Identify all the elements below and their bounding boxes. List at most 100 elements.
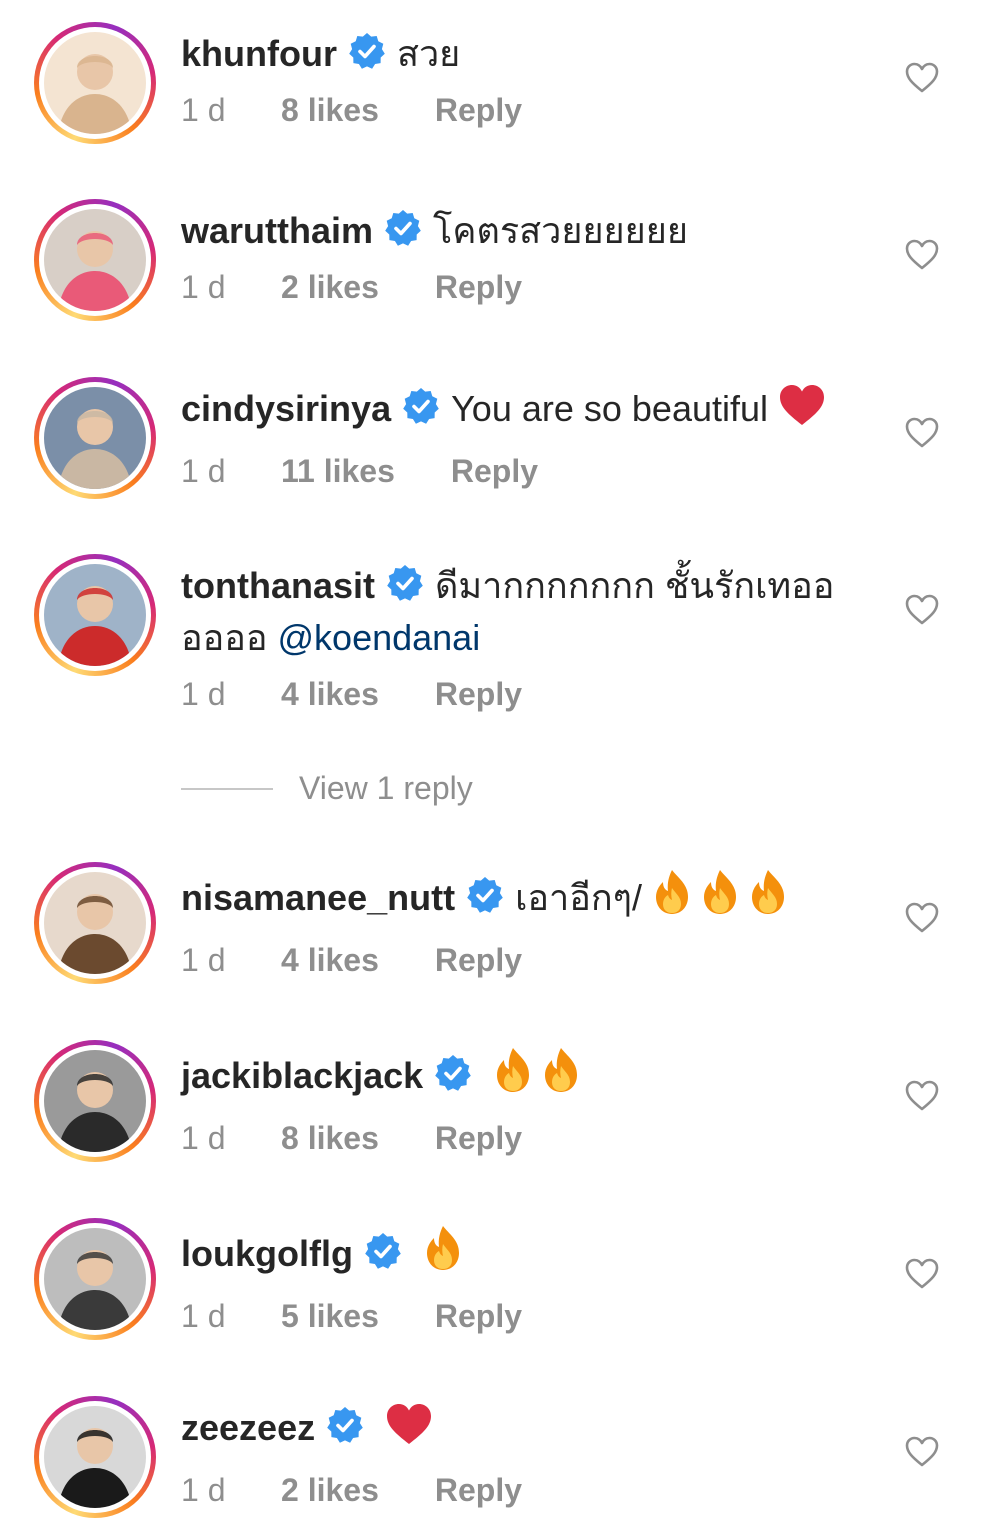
reply-button[interactable]: Reply (435, 1468, 522, 1512)
heart-outline-icon[interactable] (902, 235, 942, 275)
fire-emoji-icon (752, 870, 784, 914)
comment-likes[interactable]: 2 likes (281, 265, 379, 309)
fire-emoji-icon (545, 1048, 578, 1092)
avatar[interactable] (44, 209, 146, 311)
comment-emojis (652, 870, 796, 918)
comment-body: warutthaim โคตรสวยยยยยย 1 d 2 likes Reply (181, 205, 881, 309)
comment-text: เอาอีกๆ/ (515, 877, 642, 918)
comment-text-continued: ออออ (181, 617, 268, 658)
comment-time: 1 d (181, 269, 226, 305)
reply-button[interactable]: Reply (435, 1294, 522, 1338)
heart-outline-icon[interactable] (902, 590, 942, 630)
comment-body: loukgolflg 1 d 5 likes Reply (181, 1224, 881, 1338)
avatar-story-ring[interactable] (34, 1040, 156, 1162)
verified-badge-icon (433, 1053, 473, 1093)
comment-username[interactable]: zeezeez (181, 1407, 315, 1448)
reply-button[interactable]: Reply (451, 449, 538, 493)
comment-time: 1 d (181, 453, 226, 489)
comment-username[interactable]: khunfour (181, 33, 337, 74)
comment-likes[interactable]: 4 likes (281, 938, 379, 982)
fire-emoji-icon (748, 868, 788, 930)
comment-body: nisamanee_nutt เอาอีกๆ/ 1 d 4 likes Reply (181, 868, 881, 982)
avatar[interactable] (44, 564, 146, 666)
reply-button[interactable]: Reply (435, 938, 522, 982)
reply-button[interactable]: Reply (435, 1116, 522, 1160)
comment-mention-link[interactable]: @koendanai (278, 617, 481, 658)
avatar[interactable] (44, 32, 146, 134)
avatar[interactable] (44, 1406, 146, 1508)
fire-emoji-icon (700, 868, 740, 930)
avatar[interactable] (44, 1050, 146, 1152)
comment-username[interactable]: loukgolflg (181, 1233, 353, 1274)
comment-time: 1 d (181, 1120, 226, 1156)
comment-likes[interactable]: 11 likes (281, 449, 395, 493)
verified-badge-icon (385, 563, 425, 603)
fire-emoji-icon (541, 1046, 581, 1108)
avatar-story-ring[interactable] (34, 377, 156, 499)
comment-text: โคตรสวยยยยยย (433, 210, 688, 251)
comment-username[interactable]: nisamanee_nutt (181, 877, 455, 918)
comment-time: 1 d (181, 942, 226, 978)
reply-button[interactable]: Reply (435, 672, 522, 716)
comment-emojis (385, 1404, 441, 1448)
avatar[interactable] (44, 387, 146, 489)
comment-likes[interactable]: 8 likes (281, 88, 379, 132)
comment-likes[interactable]: 8 likes (281, 1116, 379, 1160)
comment-likes[interactable]: 5 likes (281, 1294, 379, 1338)
reply-button[interactable]: Reply (435, 265, 522, 309)
view-replies-label[interactable]: View 1 reply (299, 770, 473, 807)
avatar-story-ring[interactable] (34, 862, 156, 984)
comment-text: You are so beautiful (451, 388, 769, 429)
comment-time: 1 d (181, 1298, 226, 1334)
fire-emoji-icon (656, 870, 688, 914)
comment-body: jackiblackjack 1 d 8 likes Reply (181, 1046, 881, 1160)
fire-emoji-icon (704, 870, 736, 914)
red-heart-emoji-icon (387, 1404, 432, 1444)
comment-emojis (778, 385, 834, 429)
avatar[interactable] (44, 1228, 146, 1330)
comment-time: 1 d (181, 1472, 226, 1508)
red-heart-emoji-icon (780, 385, 825, 425)
fire-emoji-icon (493, 1046, 533, 1108)
avatar-story-ring[interactable] (34, 1396, 156, 1518)
comment-body: cindysirinya You are so beautiful 1 d 11 l… (181, 383, 881, 493)
heart-outline-icon[interactable] (902, 1076, 942, 1116)
fire-emoji-icon (426, 1226, 459, 1270)
heart-outline-icon[interactable] (902, 1254, 942, 1294)
comment-time: 1 d (181, 92, 226, 128)
comment-text: ดีมากกกกกกก ชั้นรักเทออ (435, 565, 835, 606)
verified-badge-icon (363, 1231, 403, 1271)
view-replies-divider (181, 787, 273, 790)
comment-time: 1 d (181, 676, 226, 712)
reply-button[interactable]: Reply (435, 88, 522, 132)
view-replies-button[interactable]: View 1 reply (181, 770, 473, 807)
fire-emoji-icon (652, 868, 692, 930)
fire-emoji-icon (497, 1048, 530, 1092)
avatar[interactable] (44, 872, 146, 974)
comment-body: tonthanasit ดีมากกกกกกก ชั้นรักเทออ ออออ … (181, 560, 881, 716)
comment-username[interactable]: cindysirinya (181, 388, 391, 429)
red-heart-emoji-icon (385, 1402, 433, 1460)
verified-badge-icon (325, 1405, 365, 1445)
heart-outline-icon[interactable] (902, 1432, 942, 1472)
comment-username[interactable]: jackiblackjack (181, 1055, 423, 1096)
comment-username[interactable]: tonthanasit (181, 565, 375, 606)
heart-outline-icon[interactable] (902, 58, 942, 98)
heart-outline-icon[interactable] (902, 413, 942, 453)
comment-body: zeezeez 1 d 2 likes Reply (181, 1402, 881, 1512)
comment-username[interactable]: warutthaim (181, 210, 373, 251)
verified-badge-icon (465, 875, 505, 915)
avatar-story-ring[interactable] (34, 554, 156, 676)
comment-likes[interactable]: 4 likes (281, 672, 379, 716)
avatar-story-ring[interactable] (34, 1218, 156, 1340)
avatar-story-ring[interactable] (34, 22, 156, 144)
comment-emojis (423, 1226, 471, 1274)
avatar-story-ring[interactable] (34, 199, 156, 321)
comment-likes[interactable]: 2 likes (281, 1468, 379, 1512)
fire-emoji-icon (423, 1224, 463, 1286)
comment-emojis (493, 1048, 589, 1096)
heart-outline-icon[interactable] (902, 898, 942, 938)
comment-text: สวย (396, 33, 461, 74)
verified-badge-icon (401, 386, 441, 426)
verified-badge-icon (383, 208, 423, 248)
